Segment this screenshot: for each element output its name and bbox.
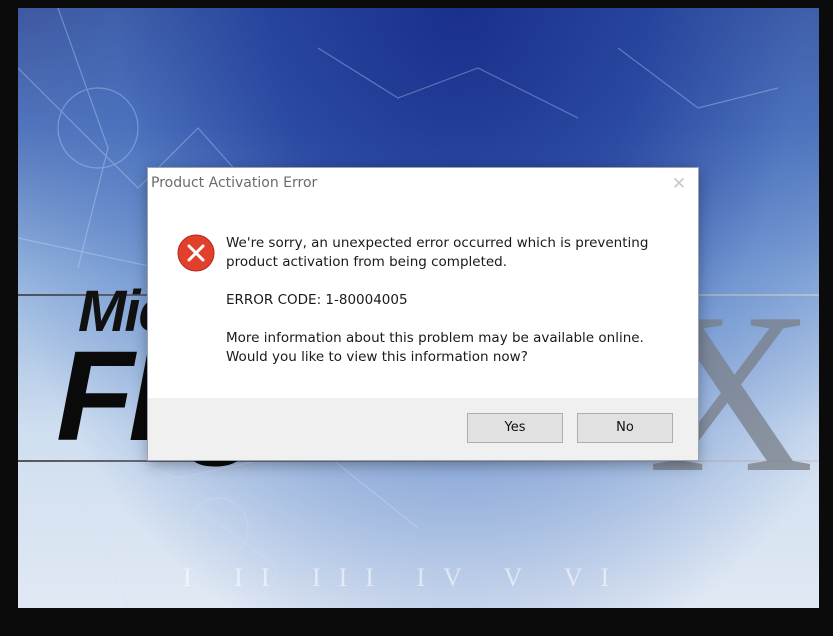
- screen: Micr Flig X I II III IV V VI Product Act…: [0, 0, 833, 636]
- dialog-footer: Yes No: [148, 398, 698, 460]
- dialog-title: Product Activation Error: [151, 175, 318, 191]
- no-button[interactable]: No: [577, 413, 673, 443]
- activation-error-dialog: Product Activation Error ✕ We're sorry, …: [148, 168, 698, 460]
- error-icon: [177, 234, 215, 272]
- yes-button[interactable]: Yes: [467, 413, 563, 443]
- error-message-text: We're sorry, an unexpected error occurre…: [226, 235, 649, 270]
- dialog-message: We're sorry, an unexpected error occurre…: [226, 234, 676, 386]
- more-info-text: More information about this problem may …: [226, 330, 644, 365]
- roman-numerals: I II III IV V VI: [183, 563, 628, 592]
- error-code-text: ERROR CODE: 1-80004005: [226, 292, 408, 308]
- dialog-body: We're sorry, an unexpected error occurre…: [148, 200, 698, 398]
- close-icon[interactable]: ✕: [668, 173, 690, 195]
- dialog-titlebar[interactable]: Product Activation Error ✕: [148, 168, 698, 200]
